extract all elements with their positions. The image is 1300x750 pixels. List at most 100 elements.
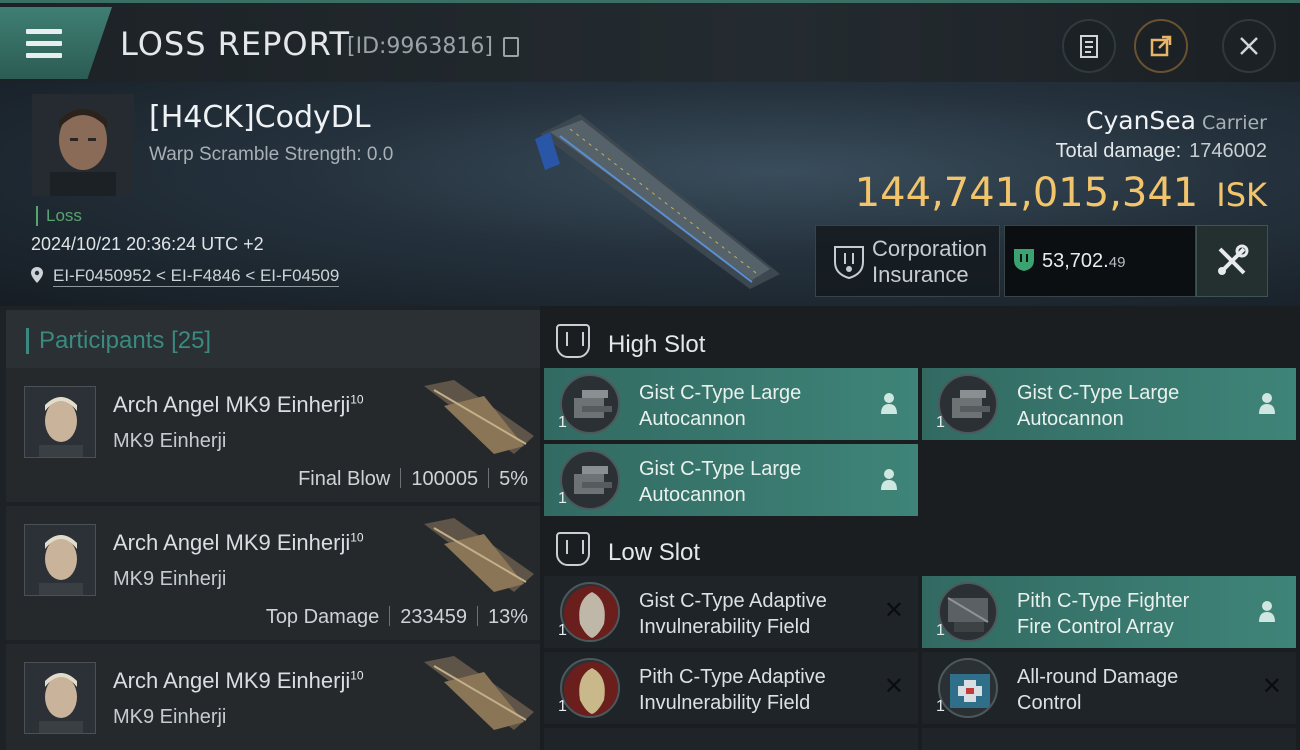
victim-portrait[interactable] bbox=[32, 94, 134, 196]
module-name: Gist C-Type Large Autocannon bbox=[639, 380, 869, 432]
fighter-fire-control-icon bbox=[938, 582, 998, 642]
module-name: All-round Damage Control bbox=[1017, 664, 1247, 716]
pilot-name: [H4CK]CodyDL bbox=[149, 100, 371, 135]
shield-icon bbox=[834, 246, 864, 280]
module-item[interactable]: 1 Pith C-Type Fighter Fire Control Array bbox=[922, 576, 1296, 648]
autocannon-icon bbox=[560, 374, 620, 434]
autocannon-icon bbox=[938, 374, 998, 434]
participant-level: 10 bbox=[350, 668, 364, 683]
insurance-label: Corporation Insurance bbox=[872, 236, 987, 288]
module-item[interactable]: 1 Gist C-Type Large Autocannon bbox=[544, 444, 918, 516]
low-slot-label: Low Slot bbox=[608, 539, 701, 566]
carrier-ship-image bbox=[535, 114, 780, 289]
participant-damage: 233459 bbox=[400, 606, 467, 628]
participant-row[interactable]: Arch Angel MK9 Einherji10 MK9 Einherji bbox=[6, 644, 540, 750]
insurance-label-line1: Corporation bbox=[872, 236, 987, 261]
corporation-insurance-button[interactable]: Corporation Insurance bbox=[815, 225, 1000, 297]
participant-name: Arch Angel MK9 Einherji10 bbox=[113, 668, 364, 694]
participant-name-text: Arch Angel MK9 Einherji bbox=[113, 668, 351, 693]
ship-name: CyanSea bbox=[1086, 106, 1197, 135]
insurance-label-line2: Insurance bbox=[872, 262, 969, 287]
fitting-button[interactable] bbox=[1196, 225, 1268, 297]
participants-header: Participants [25] bbox=[6, 310, 540, 370]
clipboard-button[interactable] bbox=[1062, 19, 1116, 73]
participant-ship: MK9 Einherji bbox=[113, 568, 227, 590]
destroyed-x-icon: ✕ bbox=[883, 596, 904, 624]
module-item[interactable]: 1 All-round Damage Control ✕ bbox=[922, 652, 1296, 724]
module-name: Gist C-Type Large Autocannon bbox=[639, 456, 869, 508]
invulnerability-field-icon bbox=[560, 658, 620, 718]
page-title: LOSS REPORT bbox=[120, 25, 351, 63]
person-icon bbox=[1259, 393, 1275, 414]
module-name: Pith C-Type Adaptive Invulnerability Fiel… bbox=[639, 664, 869, 716]
fitting-panel: High Slot 1 Gist C-Type Large Autocannon … bbox=[540, 306, 1300, 750]
participant-row[interactable]: Arch Angel MK9 Einherji10 MK9 Einherji T… bbox=[6, 506, 540, 640]
module-name-line2: Invulnerability Field bbox=[639, 692, 811, 714]
module-item[interactable]: 1 Gist C-Type Adaptive Invulnerability Fi… bbox=[544, 576, 918, 648]
participant-name-text: Arch Angel MK9 Einherji bbox=[113, 530, 351, 555]
module-name-line1: Gist C-Type Adaptive bbox=[639, 590, 827, 612]
participants-panel: Participants [25] Arch Angel MK9 Einherj… bbox=[0, 306, 540, 750]
module-name: Pith C-Type Fighter Fire Control Array bbox=[1017, 588, 1247, 640]
module-quantity: 1 bbox=[558, 698, 567, 715]
module-name-line1: Gist C-Type Large bbox=[639, 458, 802, 480]
invulnerability-field-icon bbox=[560, 582, 620, 642]
module-item[interactable]: 1 Gist C-Type Large Autocannon bbox=[544, 368, 918, 440]
participant-name: Arch Angel MK9 Einherji10 bbox=[113, 392, 364, 418]
participant-level: 10 bbox=[350, 392, 364, 407]
person-icon bbox=[881, 393, 897, 414]
wrench-icon bbox=[1218, 244, 1249, 275]
participants-count: [25] bbox=[171, 327, 212, 354]
module-quantity: 1 bbox=[558, 622, 567, 639]
victim-ship: CyanSea Carrier bbox=[1086, 106, 1267, 135]
participant-row[interactable]: Arch Angel MK9 Einherji10 MK9 Einherji F… bbox=[6, 368, 540, 502]
module-quantity: 1 bbox=[936, 698, 945, 715]
person-icon bbox=[881, 469, 897, 490]
module-name-line2: Autocannon bbox=[1017, 408, 1124, 430]
module-name-line2: Autocannon bbox=[639, 408, 746, 430]
module-quantity: 1 bbox=[558, 414, 567, 431]
loss-timestamp: 2024/10/21 20:36:24 UTC +2 bbox=[31, 234, 264, 254]
module-name: Gist C-Type Adaptive Invulnerability Fiel… bbox=[639, 588, 869, 640]
module-item[interactable]: 1 Pith C-Type Adaptive Invulnerability Fi… bbox=[544, 652, 918, 724]
module-quantity: 1 bbox=[936, 414, 945, 431]
share-button[interactable] bbox=[1134, 19, 1188, 73]
clipboard-icon bbox=[1080, 35, 1098, 58]
module-name-line1: Gist C-Type Large bbox=[639, 382, 802, 404]
location-link[interactable]: EI-F0450952 < EI-F4846 < EI-F04509 bbox=[31, 266, 340, 287]
module-name: Gist C-Type Large Autocannon bbox=[1017, 380, 1247, 432]
total-damage-value: 1746002 bbox=[1189, 140, 1267, 162]
module-quantity: 1 bbox=[558, 490, 567, 507]
damage-control-icon bbox=[938, 658, 998, 718]
close-button[interactable] bbox=[1222, 19, 1276, 73]
participants-label: Participants bbox=[39, 327, 165, 354]
module-item-partial[interactable] bbox=[922, 728, 1296, 750]
report-id: [ID:9963816] bbox=[347, 34, 493, 59]
low-slot-header: Low Slot bbox=[556, 532, 700, 567]
participant-stats: Top Damage 233459 13% bbox=[266, 606, 528, 629]
high-slot-header: High Slot bbox=[556, 324, 705, 359]
copy-icon[interactable] bbox=[503, 37, 519, 57]
module-item[interactable]: 1 Gist C-Type Large Autocannon bbox=[922, 368, 1296, 440]
slot-icon bbox=[556, 532, 590, 566]
participant-stats: Final Blow 100005 5% bbox=[298, 468, 528, 491]
participant-percent: 5% bbox=[499, 468, 528, 490]
participant-ship: MK9 Einherji bbox=[113, 706, 227, 728]
participant-name-text: Arch Angel MK9 Einherji bbox=[113, 392, 351, 417]
participant-damage: 100005 bbox=[411, 468, 479, 490]
isk-unit: ISK bbox=[1216, 176, 1267, 214]
victim-banner: [H4CK]CodyDL Warp Scramble Strength: 0.0… bbox=[0, 82, 1300, 306]
module-name-line2: Control bbox=[1017, 692, 1082, 714]
total-damage: Total damage: 1746002 bbox=[1055, 140, 1267, 163]
payout-decimals: 49 bbox=[1108, 254, 1126, 271]
total-damage-label: Total damage: bbox=[1055, 140, 1182, 162]
payout-value: 53,702.49 bbox=[1042, 250, 1125, 273]
module-item-partial[interactable] bbox=[544, 728, 918, 750]
location-text: EI-F0450952 < EI-F4846 < EI-F04509 bbox=[53, 266, 340, 287]
isk-value: 144,741,015,341 ISK bbox=[855, 170, 1267, 216]
module-name-line1: Pith C-Type Fighter bbox=[1017, 590, 1190, 612]
menu-button[interactable] bbox=[0, 7, 112, 79]
menu-icon bbox=[26, 29, 62, 59]
participant-portrait bbox=[24, 524, 96, 596]
module-name-line2: Invulnerability Field bbox=[639, 616, 811, 638]
